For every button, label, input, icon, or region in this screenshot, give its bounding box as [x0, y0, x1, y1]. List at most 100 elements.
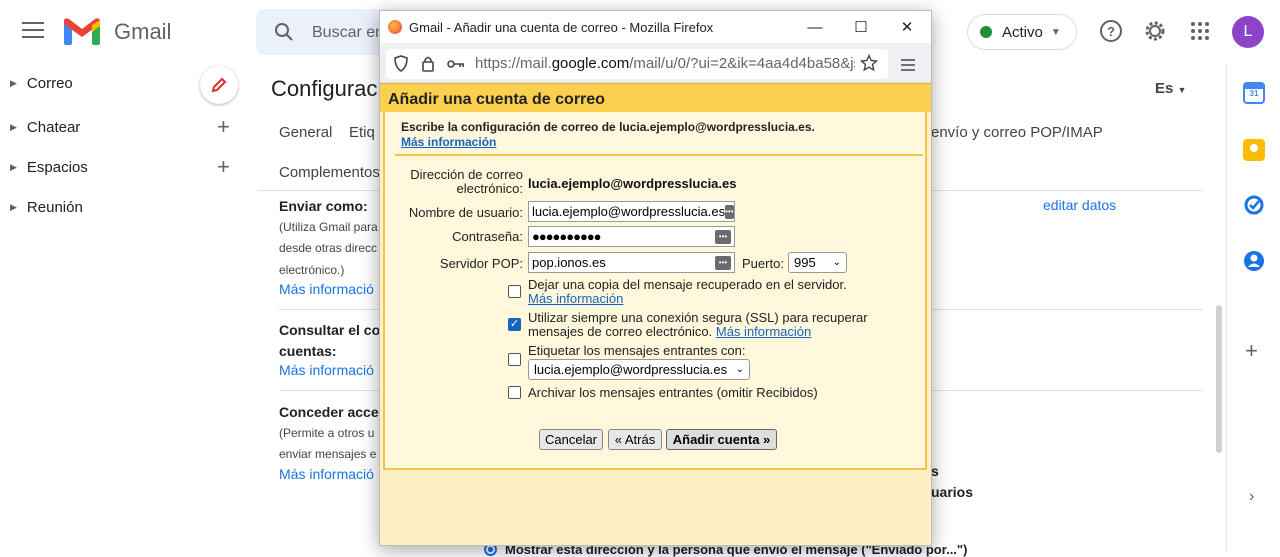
- username-value: lucia.ejemplo@wordpresslucia.es: [532, 204, 726, 219]
- chevron-down-icon: ⌄: [832, 257, 841, 268]
- chevron-down-icon: ▼: [1177, 85, 1187, 95]
- ssl-checkbox[interactable]: ✓: [508, 318, 521, 331]
- send-as-desc: electrónico.): [279, 263, 345, 277]
- leave-copy-text: Dejar una copia del mensaje recuperado e…: [528, 277, 847, 292]
- check-mail-more-link[interactable]: Más informació: [279, 362, 374, 378]
- label-incoming-checkbox[interactable]: [508, 353, 521, 366]
- main-menu-icon[interactable]: [22, 22, 44, 42]
- leave-copy-more-link[interactable]: Más información: [528, 291, 623, 306]
- username-input[interactable]: lucia.ejemplo@wordpresslucia.es •••: [528, 201, 735, 222]
- dialog-header: Añadir una cuenta de correo: [380, 83, 931, 112]
- bookmark-star-icon[interactable]: [859, 53, 879, 77]
- send-as-desc: desde otras direcc: [279, 241, 378, 255]
- language-selector[interactable]: Es ▼: [1155, 80, 1186, 97]
- password-manager-icon[interactable]: •••: [715, 255, 731, 270]
- shield-icon[interactable]: [393, 55, 409, 77]
- sidebar-item-chatear[interactable]: ▶ Chatear: [10, 119, 80, 136]
- username-label: Nombre de usuario:: [408, 205, 523, 220]
- sidebar-item-label: Espacios: [26, 159, 88, 176]
- archive-text: Archivar los mensajes entrantes (omitir …: [528, 385, 818, 400]
- scrollbar[interactable]: [1216, 305, 1222, 453]
- caret-right-icon: ▶: [10, 202, 17, 212]
- caret-right-icon: ▶: [10, 78, 17, 88]
- tab-labels[interactable]: Etiq: [349, 124, 375, 141]
- keep-icon[interactable]: [1243, 139, 1265, 161]
- pop-server-input[interactable]: pop.ionos.es •••: [528, 252, 735, 273]
- label-value: lucia.ejemplo@wordpresslucia.es: [534, 362, 728, 377]
- avatar[interactable]: L: [1232, 16, 1264, 48]
- caret-right-icon: ▶: [10, 162, 17, 172]
- port-value: 995: [794, 255, 816, 270]
- status-dropdown[interactable]: Activo ▼: [967, 14, 1077, 50]
- gear-icon[interactable]: [1142, 18, 1170, 46]
- ssl-text: mensajes de correo electrónico.: [528, 324, 713, 339]
- tab-addons[interactable]: Complementos: [279, 164, 380, 181]
- sidebar-item-label: Chatear: [26, 119, 81, 136]
- minimize-button[interactable]: —: [792, 11, 838, 43]
- send-as-title: Enviar como:: [279, 198, 368, 214]
- dialog-body: Escribe la configuración de correo de lu…: [383, 112, 927, 470]
- tab-general[interactable]: General: [279, 124, 332, 141]
- add-space-icon[interactable]: +: [217, 154, 230, 180]
- password-manager-icon[interactable]: •••: [725, 204, 734, 219]
- key-icon[interactable]: [447, 57, 465, 75]
- password-input[interactable]: ●●●●●●●●●● •••: [528, 226, 735, 247]
- get-addons-icon[interactable]: +: [1245, 338, 1258, 364]
- edit-info-link[interactable]: editar datos: [1043, 197, 1116, 213]
- leave-copy-checkbox[interactable]: [508, 285, 521, 298]
- sidebar-item-label: Reunión: [26, 199, 83, 216]
- partial-text: s: [931, 463, 939, 479]
- chevron-right-icon[interactable]: ›: [1249, 488, 1254, 506]
- archive-checkbox[interactable]: [508, 386, 521, 399]
- leave-copy-option: Dejar una copia del mensaje recuperado e…: [528, 278, 918, 306]
- grant-access-desc: enviar mensajes e: [279, 447, 377, 461]
- address-bar-row: https://mail.google.com/mail/u/0/?ui=2&i…: [380, 43, 931, 83]
- help-icon[interactable]: ?: [1098, 18, 1126, 46]
- url-path: /mail/u/0/?ui=2&ik=4aa4d4ba58&jsve: [629, 55, 855, 72]
- sidebar-item-correo[interactable]: ▶ Correo: [10, 75, 73, 92]
- url-text[interactable]: https://mail.google.com/mail/u/0/?ui=2&i…: [475, 55, 855, 72]
- label-select[interactable]: lucia.ejemplo@wordpresslucia.es ⌄: [528, 359, 750, 380]
- grant-access-title: Conceder acces: [279, 404, 387, 420]
- search-input[interactable]: Buscar en: [312, 24, 384, 42]
- tab-forwarding-pop-imap[interactable]: envío y correo POP/IMAP: [931, 124, 1103, 141]
- tasks-icon[interactable]: [1243, 194, 1265, 216]
- menu-icon[interactable]: [901, 58, 915, 76]
- cancel-button[interactable]: Cancelar: [539, 429, 603, 450]
- compose-button[interactable]: [200, 66, 238, 104]
- add-chat-icon[interactable]: +: [217, 114, 230, 140]
- divider: [395, 154, 923, 156]
- ssl-more-link[interactable]: Más información: [716, 324, 811, 339]
- add-account-button[interactable]: Añadir cuenta »: [666, 429, 777, 450]
- svg-text:?: ?: [1107, 24, 1115, 39]
- window-title: Gmail - Añadir una cuenta de correo - Mo…: [409, 19, 714, 35]
- sidebar-item-reunion[interactable]: ▶ Reunión: [10, 199, 83, 216]
- port-select[interactable]: 995 ⌄: [788, 252, 847, 273]
- email-label: Dirección de correo electrónico:: [395, 168, 523, 196]
- dialog-title: Añadir una cuenta de correo: [388, 91, 605, 108]
- status-label: Activo: [1002, 23, 1043, 41]
- intro-more-info-link[interactable]: Más información: [401, 135, 496, 149]
- pop-server-label: Servidor POP:: [439, 256, 523, 271]
- label-incoming-text: Etiquetar los mensajes entrantes con:: [528, 343, 746, 358]
- grant-access-more-link[interactable]: Más informació: [279, 466, 374, 482]
- port-label: Puerto:: [742, 256, 784, 271]
- page-title: Configurac: [271, 76, 378, 101]
- send-as-more-link[interactable]: Más informació: [279, 281, 374, 297]
- calendar-icon[interactable]: 31: [1243, 82, 1265, 104]
- password-manager-icon[interactable]: •••: [715, 229, 731, 244]
- sidebar-item-espacios[interactable]: ▶ Espacios: [10, 159, 88, 176]
- gmail-logo[interactable]: [62, 16, 102, 51]
- search-icon[interactable]: [274, 22, 294, 47]
- chevron-down-icon: ⌄: [735, 364, 744, 375]
- apps-grid-icon[interactable]: [1187, 18, 1215, 46]
- pencil-icon: [211, 77, 227, 93]
- close-button[interactable]: ✕: [884, 11, 930, 43]
- back-button[interactable]: « Atrás: [608, 429, 662, 450]
- maximize-button[interactable]: ☐: [838, 11, 884, 43]
- grant-access-desc: (Permite a otros u: [279, 426, 375, 440]
- url-domain: google.com: [551, 55, 630, 72]
- lock-icon[interactable]: [421, 55, 435, 77]
- check-mail-title: cuentas:: [279, 343, 337, 359]
- contacts-icon[interactable]: [1243, 250, 1265, 272]
